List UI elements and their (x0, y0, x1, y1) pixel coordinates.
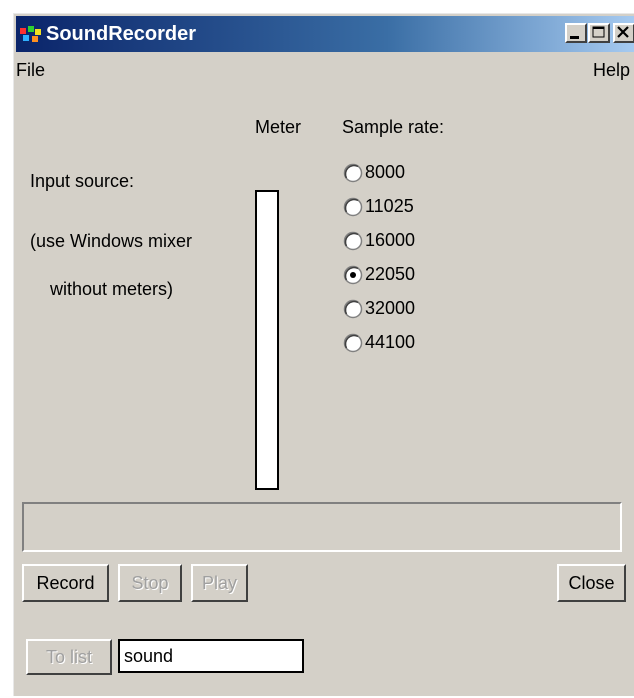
record-button[interactable]: Record (22, 564, 109, 602)
radio-icon[interactable] (343, 299, 363, 319)
minimize-icon (570, 36, 579, 39)
app-icon (20, 26, 41, 42)
play-button[interactable]: Play (191, 564, 248, 602)
radio-icon[interactable] (343, 163, 363, 183)
stop-button[interactable]: Stop (118, 564, 182, 602)
sample-rate-option-label: 22050 (365, 264, 416, 284)
mixer-note-line2: without meters) (50, 279, 174, 299)
close-button[interactable]: Close (557, 564, 626, 602)
sample-rate-option-label: 16000 (365, 230, 416, 250)
close-icon (617, 26, 629, 38)
sample-rate-option-label: 32000 (365, 298, 416, 318)
title-bar[interactable]: SoundRecorder (16, 16, 634, 52)
sample-rate-label: Sample rate: (342, 117, 445, 137)
menu-help[interactable]: Help (593, 60, 630, 80)
maximize-icon (592, 26, 605, 38)
sample-rate-option-label: 44100 (365, 332, 416, 352)
radio-icon[interactable] (343, 197, 363, 217)
minimize-button[interactable] (565, 23, 587, 43)
sound-recorder-window: SoundRecorder File Help Meter Sample rat… (13, 13, 634, 696)
menu-bar: File Help (14, 56, 634, 82)
input-source-label: Input source: (30, 171, 135, 191)
status-box (22, 502, 622, 552)
radio-icon[interactable] (343, 265, 363, 285)
to-list-button[interactable]: To list (26, 639, 112, 675)
radio-icon[interactable] (343, 333, 363, 353)
filename-input[interactable] (118, 639, 304, 673)
sample-rate-option-label: 8000 (365, 162, 406, 182)
mixer-note-line1: (use Windows mixer (30, 231, 193, 251)
level-meter (255, 190, 279, 490)
menu-file[interactable]: File (16, 60, 45, 80)
close-window-button[interactable] (613, 23, 634, 43)
maximize-button[interactable] (588, 23, 610, 43)
meter-label: Meter (255, 117, 302, 137)
sample-rate-option-label: 11025 (365, 196, 414, 216)
radio-icon[interactable] (343, 231, 363, 251)
window-title: SoundRecorder (46, 23, 197, 45)
